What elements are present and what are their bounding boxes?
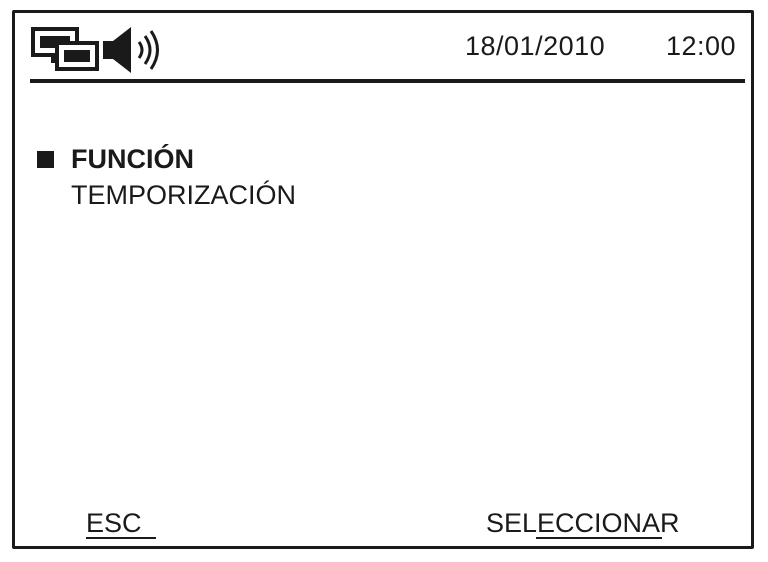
network-icon (31, 27, 99, 71)
selection-bullet-icon (37, 151, 54, 168)
status-time: 12:00 (666, 31, 737, 61)
esc-softkey[interactable]: ESC (86, 508, 142, 538)
select-softkey[interactable]: SELECCIONAR (486, 508, 680, 538)
device-screen: 18/01/2010 12:00 FUNCIÓN TEMPORIZACIÓN (12, 10, 754, 549)
select-softkey-underline (536, 537, 662, 539)
status-bar: 18/01/2010 12:00 (15, 13, 751, 77)
status-date: 18/01/2010 (465, 31, 606, 61)
menu-item-label: FUNCIÓN (71, 144, 194, 174)
menu-item-temporizacion[interactable]: TEMPORIZACIÓN (37, 177, 296, 213)
speaker-icon (103, 27, 159, 73)
menu-item-funcion[interactable]: FUNCIÓN (37, 141, 296, 177)
main-menu: FUNCIÓN TEMPORIZACIÓN (37, 141, 296, 213)
header-divider (30, 79, 745, 83)
esc-softkey-underline (86, 537, 156, 539)
menu-item-label: TEMPORIZACIÓN (71, 180, 297, 210)
